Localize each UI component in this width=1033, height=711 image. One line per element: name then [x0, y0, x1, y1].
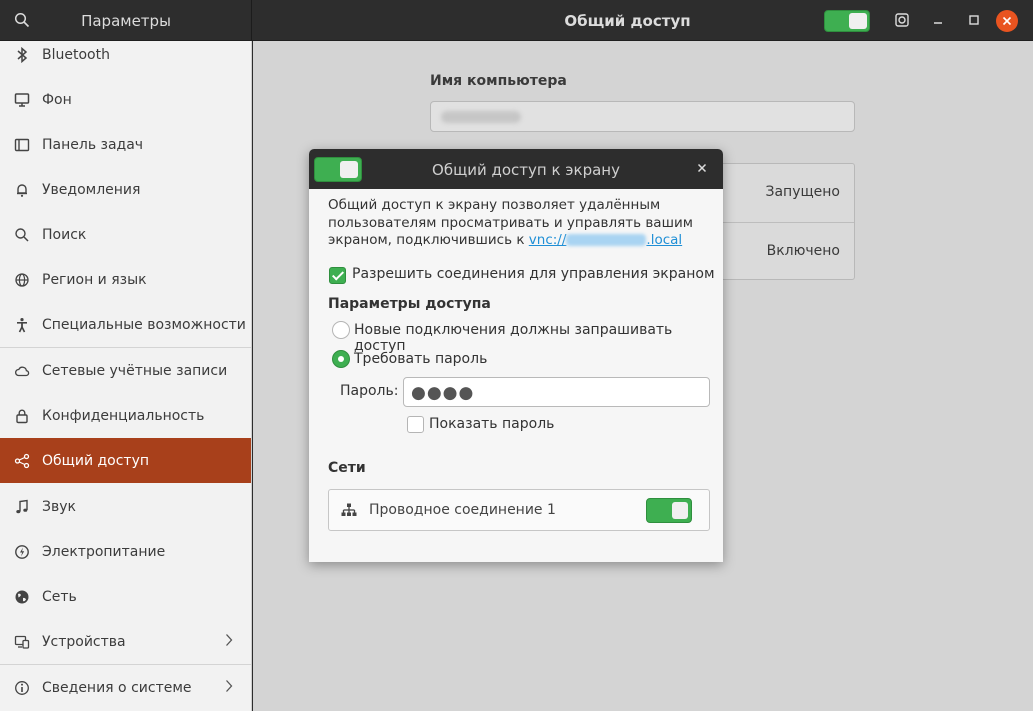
close-dialog-button[interactable] — [693, 159, 711, 177]
sidebar-item-region[interactable]: Регион и язык — [0, 257, 251, 302]
sidebar-item-online-accounts[interactable]: Сетевые учётные записи — [0, 348, 251, 393]
sidebar: Bluetooth Фон Панель задач Уведомления П… — [0, 41, 252, 711]
music-note-icon — [14, 499, 30, 515]
new-connections-radio[interactable] — [332, 321, 350, 339]
show-password-label: Показать пароль — [429, 416, 555, 432]
password-label: Пароль: — [340, 383, 399, 399]
show-password-checkbox[interactable] — [407, 416, 424, 433]
sidebar-item-label: Сеть — [42, 588, 77, 605]
sidebar-item-label: Фон — [42, 91, 72, 108]
dock-icon — [14, 137, 30, 153]
accessibility-icon — [14, 317, 30, 333]
share-icon — [14, 453, 30, 469]
password-field[interactable]: ●●●● — [403, 377, 710, 407]
sidebar-item-label: Панель задач — [42, 136, 144, 153]
sidebar-item-power[interactable]: Электропитание — [0, 529, 251, 574]
power-icon — [14, 544, 30, 560]
switch-knob — [849, 13, 867, 29]
sidebar-header: Параметры — [0, 0, 252, 41]
sidebar-item-notifications[interactable]: Уведомления — [0, 167, 251, 212]
cloud-icon — [14, 363, 30, 379]
description-text: экраном, подключившись к — [328, 232, 529, 248]
dialog-header: Общий доступ к экрану — [309, 149, 723, 189]
sidebar-item-search[interactable]: Поиск — [0, 212, 251, 257]
sidebar-item-sharing[interactable]: Общий доступ — [0, 438, 251, 483]
bluetooth-icon — [14, 46, 30, 63]
maximize-button[interactable] — [964, 10, 984, 30]
description-line: экраном, подключившись к vnc:// .local — [328, 232, 708, 250]
description-line: пользователям просматривать и управлять … — [328, 214, 693, 231]
bell-icon — [14, 182, 30, 198]
minimize-button[interactable] — [928, 10, 948, 30]
dialog-description: Общий доступ к экрану позволяет удалённы… — [328, 197, 708, 250]
link-prefix: vnc:// — [528, 232, 567, 248]
close-window-button[interactable] — [996, 10, 1018, 32]
dialog-title: Общий доступ к экрану — [432, 161, 620, 179]
header-bar: Параметры Общий доступ — [0, 0, 1033, 41]
chevron-right-icon — [225, 679, 233, 697]
computer-name-field[interactable] — [430, 101, 855, 132]
sidebar-item-label: Звук — [42, 498, 76, 515]
vnc-address-link[interactable]: vnc:// .local — [529, 232, 682, 248]
sidebar-item-label: Сетевые учётные записи — [42, 362, 228, 379]
password-mask: ●●●● — [411, 383, 475, 403]
sidebar-item-label: Поиск — [42, 226, 87, 243]
wired-network-icon — [341, 503, 357, 517]
sidebar-item-label: Bluetooth — [42, 46, 110, 63]
new-connections-label: Новые подключения должны запрашивать дос… — [354, 322, 673, 354]
description-line: Общий доступ к экрану позволяет удалённы… — [328, 197, 661, 213]
network-row: Проводное соединение 1 — [328, 489, 710, 531]
switch-knob — [672, 502, 688, 519]
sidebar-item-label: Регион и язык — [42, 271, 147, 288]
sidebar-item-label: Конфиденциальность — [42, 407, 205, 424]
require-password-radio[interactable] — [332, 350, 350, 368]
sidebar-item-label: Уведомления — [42, 181, 141, 198]
sidebar-item-accessibility[interactable]: Специальные возможности — [0, 302, 251, 347]
app-title: Параметры — [81, 12, 171, 30]
access-params-title: Параметры доступа — [328, 296, 491, 312]
redacted-hostname — [566, 234, 647, 246]
sidebar-item-label: Электропитание — [42, 543, 166, 560]
service-status: Включено — [766, 243, 840, 259]
globe-icon — [14, 272, 30, 288]
allow-control-checkbox[interactable] — [329, 267, 346, 284]
sidebar-item-label: Общий доступ — [42, 452, 150, 469]
screen-sharing-dialog: Общий доступ к экрану Общий доступ к экр… — [309, 149, 723, 562]
monitor-icon — [14, 92, 30, 108]
screenshot-icon[interactable] — [892, 10, 912, 30]
sidebar-item-privacy[interactable]: Конфиденциальность — [0, 393, 251, 438]
require-password-label: Требовать пароль — [354, 351, 488, 367]
info-icon — [14, 680, 30, 696]
page-title: Общий доступ — [564, 12, 691, 30]
sharing-master-switch[interactable] — [824, 10, 870, 32]
sidebar-item-sound[interactable]: Звук — [0, 484, 251, 529]
chevron-right-icon — [225, 633, 233, 651]
network-name: Проводное соединение 1 — [369, 502, 556, 518]
lock-icon — [14, 408, 30, 424]
redacted-text — [441, 111, 521, 123]
devices-icon — [14, 634, 30, 650]
search-icon — [14, 227, 30, 243]
sidebar-item-network[interactable]: Сеть — [0, 574, 251, 619]
service-status: Запущено — [765, 184, 840, 200]
allow-control-label: Разрешить соединения для управления экра… — [352, 266, 715, 282]
computer-name-label: Имя компьютера — [430, 73, 567, 89]
sidebar-item-bluetooth[interactable]: Bluetooth — [0, 41, 251, 77]
sidebar-item-dock[interactable]: Панель задач — [0, 122, 251, 167]
networks-title: Сети — [328, 460, 366, 476]
sidebar-item-label: Сведения о системе — [42, 679, 192, 696]
screen-sharing-switch[interactable] — [314, 157, 362, 182]
sidebar-item-background[interactable]: Фон — [0, 77, 251, 122]
network-globe-icon — [14, 589, 30, 605]
sidebar-item-devices[interactable]: Устройства — [0, 619, 251, 664]
network-switch[interactable] — [646, 498, 692, 523]
sidebar-item-about[interactable]: Сведения о системе — [0, 665, 251, 710]
switch-knob — [340, 161, 358, 178]
sidebar-item-label: Устройства — [42, 633, 126, 650]
sidebar-item-label: Специальные возможности — [42, 316, 246, 333]
link-suffix: .local — [646, 232, 683, 248]
